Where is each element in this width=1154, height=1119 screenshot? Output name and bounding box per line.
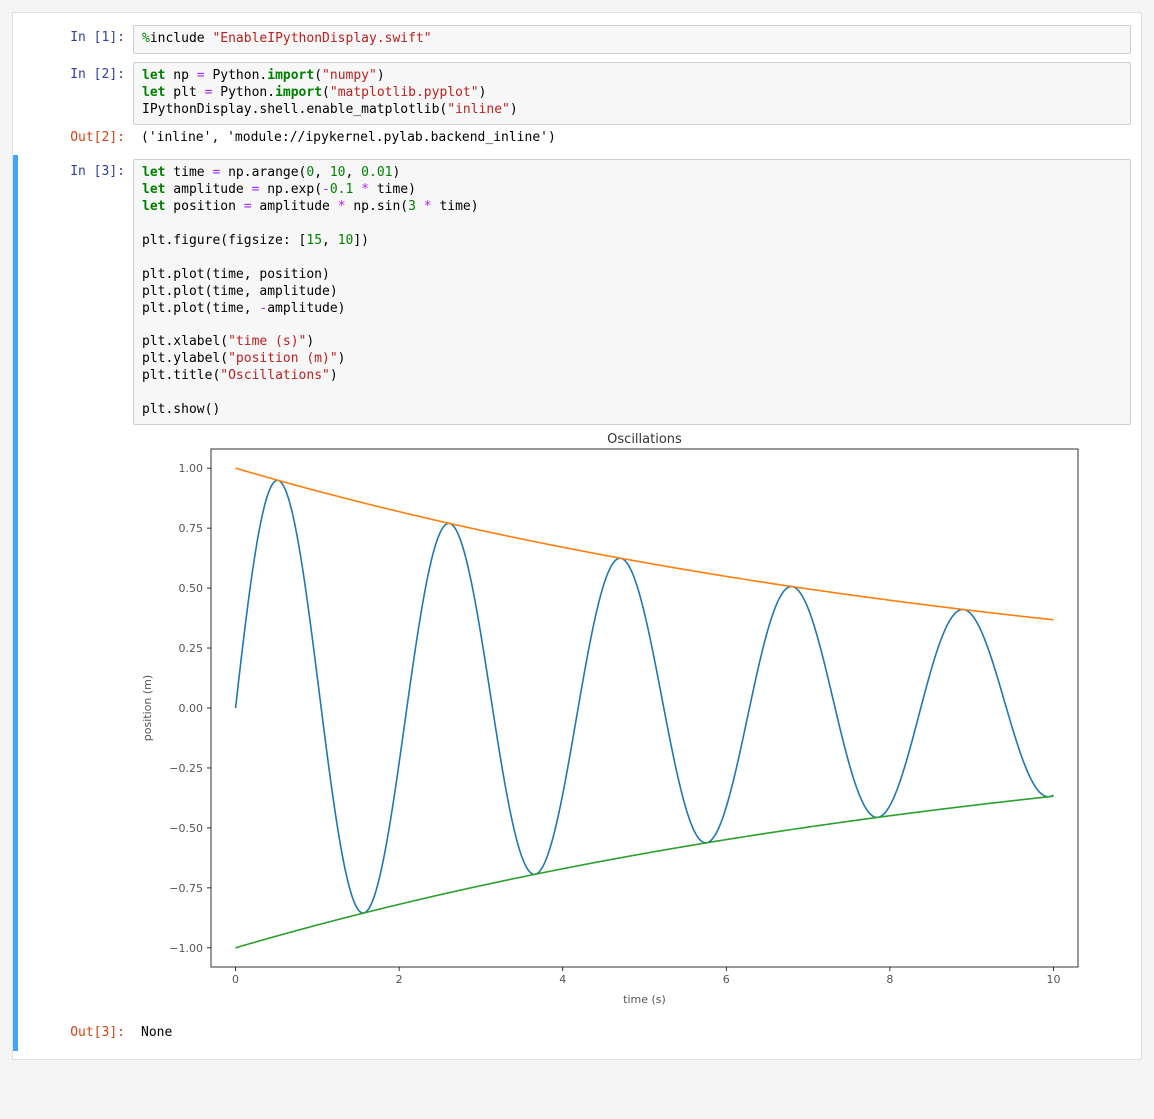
oscillations-chart: 0 2 4 6 8 10 −1.00 −0.75 −0.50 −0.25 0.00 0.25 0.50 0… [133, 429, 1088, 1009]
svg-text:time (s): time (s) [623, 993, 666, 1006]
output-text: None [133, 1020, 1131, 1047]
input-prompt: In [2]: [23, 62, 133, 89]
cell-3[interactable]: In [3]: let time = np.arange(0, 10, 0.01… [13, 155, 1141, 1050]
output-prompt: Out[2]: [23, 125, 133, 152]
svg-text:2: 2 [396, 973, 403, 986]
cell-2[interactable]: In [2]: let np = Python.import("numpy") … [13, 58, 1141, 156]
input-prompt: In [1]: [23, 25, 133, 52]
svg-text:0.75: 0.75 [179, 522, 204, 535]
code-input[interactable]: let time = np.arange(0, 10, 0.01) let am… [133, 159, 1131, 424]
svg-text:1.00: 1.00 [179, 462, 204, 475]
svg-text:−1.00: −1.00 [169, 942, 203, 955]
output-text: ('inline', 'module://ipykernel.pylab.bac… [133, 125, 1131, 152]
output-prompt: Out[3]: [23, 1020, 133, 1047]
svg-text:−0.25: −0.25 [169, 762, 203, 775]
svg-text:0.50: 0.50 [179, 582, 204, 595]
code-input[interactable]: let np = Python.import("numpy") let plt … [133, 62, 1131, 125]
svg-text:6: 6 [723, 973, 730, 986]
svg-text:position (m): position (m) [141, 675, 154, 741]
notebook: In [1]: %include "EnableIPythonDisplay.s… [12, 12, 1142, 1060]
svg-text:10: 10 [1046, 973, 1060, 986]
svg-text:0.25: 0.25 [179, 642, 204, 655]
cell-1[interactable]: In [1]: %include "EnableIPythonDisplay.s… [13, 21, 1141, 58]
chart-output: 0 2 4 6 8 10 −1.00 −0.75 −0.50 −0.25 0.00 0.25 0.50 0… [133, 425, 1131, 1020]
svg-text:8: 8 [886, 973, 893, 986]
output-prompt-empty [23, 425, 133, 435]
code-input[interactable]: %include "EnableIPythonDisplay.swift" [133, 25, 1131, 54]
svg-text:0: 0 [232, 973, 239, 986]
svg-text:Oscillations: Oscillations [607, 432, 682, 447]
input-prompt: In [3]: [23, 159, 133, 186]
svg-text:4: 4 [559, 973, 566, 986]
svg-text:−0.50: −0.50 [169, 822, 203, 835]
svg-text:−0.75: −0.75 [169, 882, 203, 895]
svg-text:0.00: 0.00 [179, 702, 204, 715]
